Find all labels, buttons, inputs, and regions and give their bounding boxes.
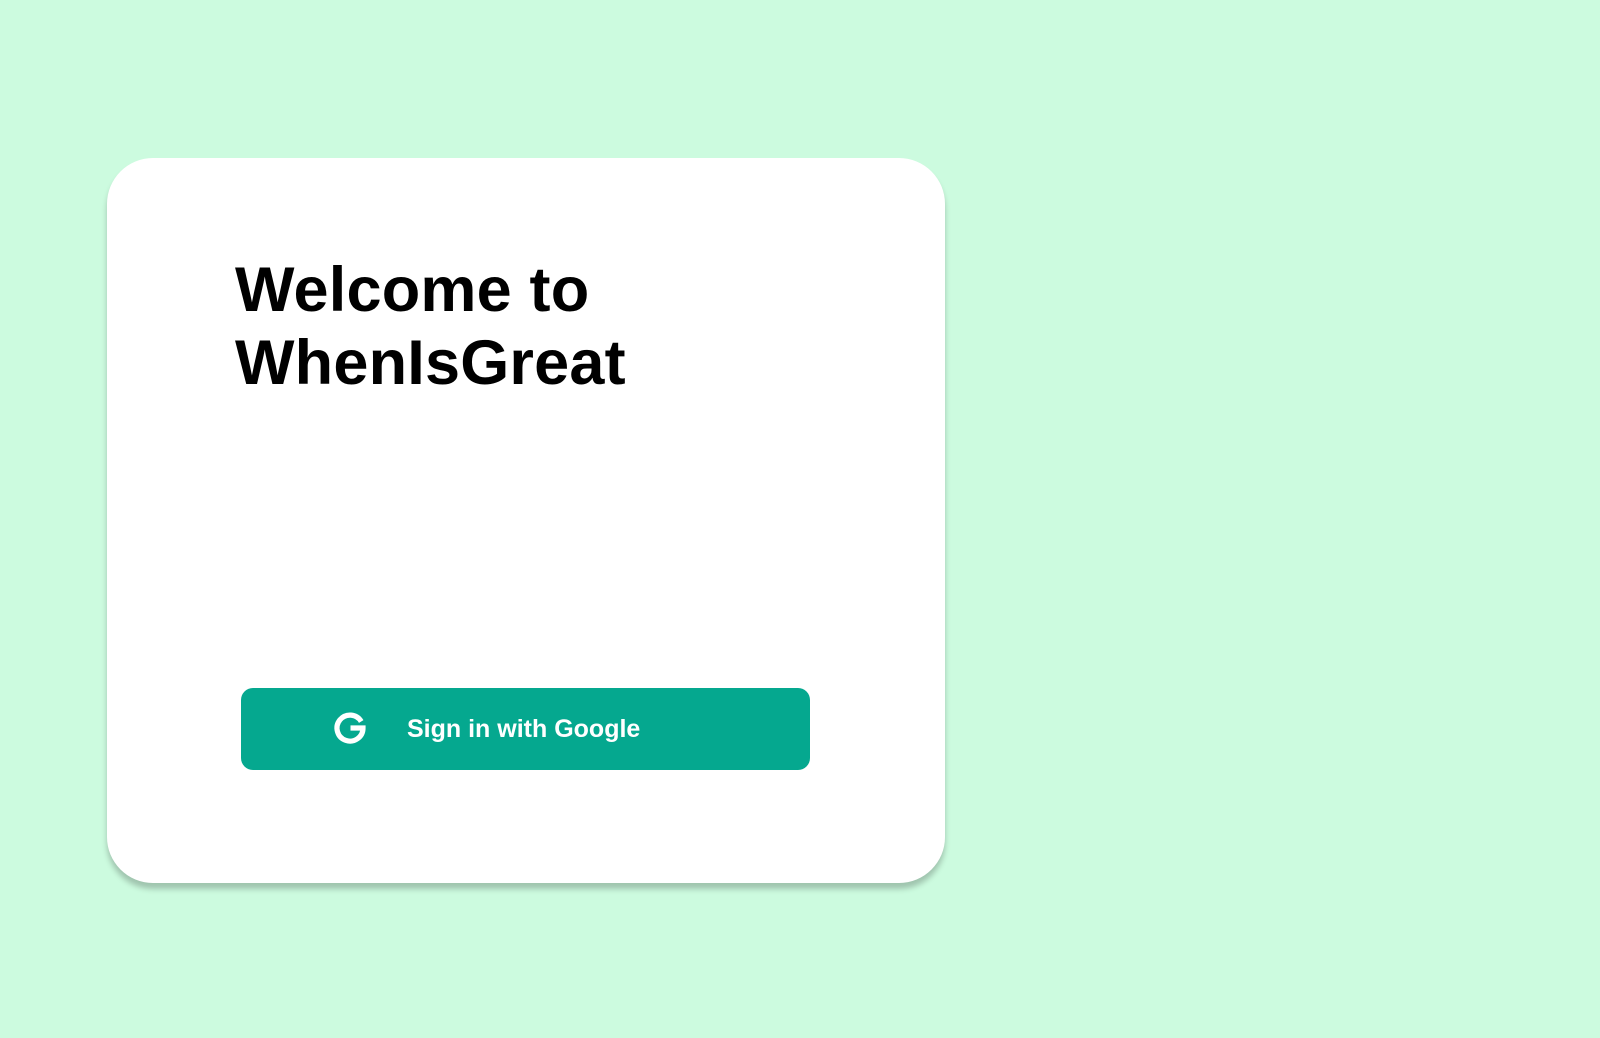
sign-in-with-google-button[interactable]: Sign in with Google [241,688,810,770]
welcome-title-line-2: WhenIsGreat [235,328,626,398]
welcome-title: Welcome to WhenIsGreat [235,254,626,400]
welcome-title-line-1: Welcome to [235,255,590,325]
login-page: { "page": { "background_color": "#ccfbdf… [0,0,1600,1038]
google-icon [334,712,366,744]
sign-in-button-label: Sign in with Google [407,715,641,743]
login-card: Welcome to WhenIsGreat Sign in with Goog… [107,158,945,883]
